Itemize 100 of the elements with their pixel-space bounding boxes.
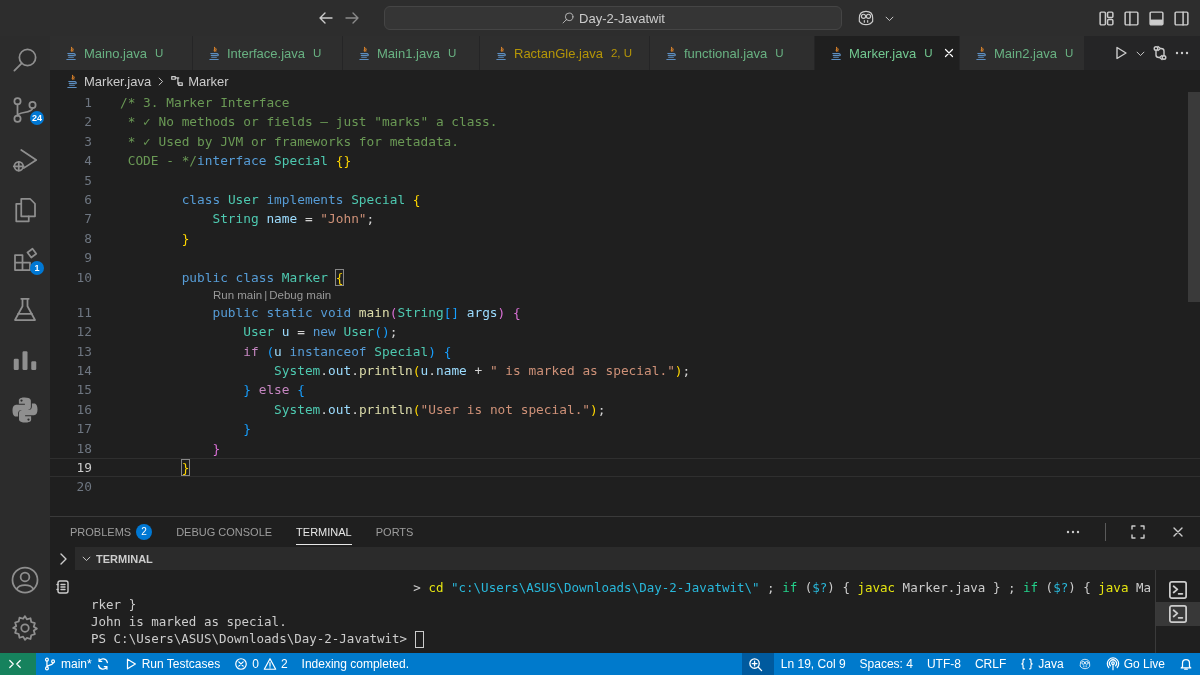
remote-button[interactable] [0, 653, 36, 675]
count-badge: 2 [136, 523, 153, 540]
terminal-line: rker } [91, 597, 137, 612]
line-number: 6 [83, 190, 93, 209]
terminal-line: John is marked as special. [91, 614, 287, 629]
java-file-icon [494, 45, 509, 61]
java-file-icon [65, 73, 80, 89]
warning-icon [262, 657, 277, 671]
code-line: * ✓ Used by JVM or frameworks for metadata. [126, 132, 459, 151]
breadcrumb-item[interactable]: Marker [188, 73, 229, 89]
code-line: CODE - */interface Special {} [126, 152, 352, 171]
line-number: 8 [83, 229, 93, 248]
braces-icon [1020, 657, 1035, 671]
text-cursor [414, 631, 424, 648]
java-file-icon [829, 45, 844, 61]
line-number: 13 [75, 342, 93, 361]
codelens-link[interactable]: Debug main [269, 286, 332, 303]
search-icon [561, 11, 575, 25]
settings-icon[interactable] [10, 613, 40, 643]
editor-tab[interactable]: Marker.java U [815, 36, 960, 70]
error-icon [234, 657, 249, 671]
problems-button[interactable]: 0 2 [227, 653, 295, 675]
line-number: 4 [83, 152, 93, 171]
account-icon[interactable] [10, 565, 40, 595]
compare-changes-icon[interactable] [1152, 45, 1168, 61]
line-number: 11 [75, 303, 93, 322]
code-line: * ✓ No methods or fields — just "marks" a class. [126, 113, 498, 132]
line-number: 16 [75, 400, 93, 419]
code-line: } [180, 459, 190, 477]
codelens-link[interactable]: Run main [213, 286, 263, 303]
editor-tab[interactable]: Interface.java U [193, 36, 343, 70]
separator-text: | [264, 287, 268, 303]
line-number: 2 [83, 113, 93, 132]
forward-arrow-icon[interactable] [344, 10, 360, 26]
secondary-sidebar-icon[interactable] [1173, 9, 1190, 27]
go-live-button[interactable]: Go Live [1098, 653, 1172, 675]
sync-icon [95, 657, 110, 671]
java-file-icon [357, 45, 372, 61]
breadcrumb-item[interactable]: Marker.java [84, 73, 152, 89]
editor-tab[interactable]: functional.java U [650, 36, 815, 70]
section-title[interactable]: TERMINAL [96, 552, 153, 565]
panel-tab[interactable]: TERMINAL [296, 519, 352, 545]
terminal-icon[interactable] [1156, 602, 1200, 626]
terminal-prompt: PS C:\Users\ASUS\Downloads\Day-2-Javatwit> [91, 631, 409, 646]
maximize-icon[interactable] [1130, 524, 1146, 540]
search-text: Day-2-Javatwit [579, 10, 665, 26]
status-message[interactable]: Indexing completed. [294, 653, 416, 675]
line-number: 15 [75, 381, 93, 400]
run-icon[interactable] [1113, 45, 1129, 61]
branch-button[interactable]: main* [36, 653, 117, 675]
branch-icon [43, 657, 57, 671]
line-number: 7 [83, 210, 93, 229]
line-number: 9 [83, 249, 93, 268]
copilot-icon[interactable] [856, 8, 876, 28]
editor-tab[interactable]: Main1.java U [343, 36, 480, 70]
editor-tab[interactable]: Maino.java U [50, 36, 193, 70]
line-number: 10 [75, 268, 93, 287]
back-arrow-icon[interactable] [318, 10, 334, 26]
zoom-button[interactable] [741, 653, 774, 675]
panel-toggle-icon[interactable] [1148, 9, 1165, 27]
sidebar-toggle-icon[interactable] [1123, 9, 1140, 27]
code-line: System.out.println("User is not special."); [273, 400, 606, 419]
cursor-position[interactable]: Ln 19, Col 9 [773, 653, 853, 675]
java-file-icon [207, 45, 222, 61]
editor-tab[interactable]: Main2.java U [960, 36, 1085, 70]
notebook-icon[interactable] [54, 579, 71, 595]
line-ending-button[interactable]: CRLF [967, 653, 1014, 675]
code-line: } [242, 420, 251, 439]
line-number: 19 [75, 459, 93, 477]
indentation-button[interactable]: Spaces: 4 [852, 653, 920, 675]
copilot-icon [1077, 657, 1092, 671]
code-line: String name = "John"; [211, 210, 375, 229]
code-line: System.out.println(u.name + " is marked as special."); [273, 362, 691, 381]
scrollbar[interactable] [1188, 92, 1200, 302]
language-button[interactable]: Java [1013, 653, 1071, 675]
line-number: 14 [75, 362, 93, 381]
remote-icon [8, 657, 22, 671]
search-field[interactable]: Day-2-Javatwit [384, 6, 842, 30]
code-line: User u = new User(); [242, 323, 398, 342]
editor-tab[interactable]: RactanGle.java 2, U [480, 36, 650, 70]
java-file-icon [974, 45, 989, 61]
python-icon[interactable] [10, 395, 40, 425]
count-badge: 24 [30, 111, 44, 125]
line-number: 5 [83, 171, 93, 190]
line-number: 18 [75, 439, 93, 458]
line-number: 1 [83, 94, 93, 112]
encoding-button[interactable]: UTF-8 [919, 653, 968, 675]
line-number: 12 [75, 323, 93, 342]
bell-icon [1179, 657, 1193, 671]
panel-tab[interactable]: DEBUG CONSOLE [176, 519, 273, 545]
count-badge: 1 [30, 261, 44, 275]
code-line: public class Marker { [180, 268, 344, 287]
line-number: 3 [83, 132, 93, 151]
run-testcases-button[interactable]: Run Testcases [116, 653, 228, 675]
code-line: } [180, 229, 190, 248]
panel-tab[interactable]: PORTS [375, 519, 414, 545]
java-file-icon [64, 45, 79, 61]
panel-tab[interactable]: PROBLEMS 2 [70, 519, 153, 545]
line-number: 20 [75, 478, 93, 497]
layout-icon[interactable] [1098, 9, 1115, 27]
